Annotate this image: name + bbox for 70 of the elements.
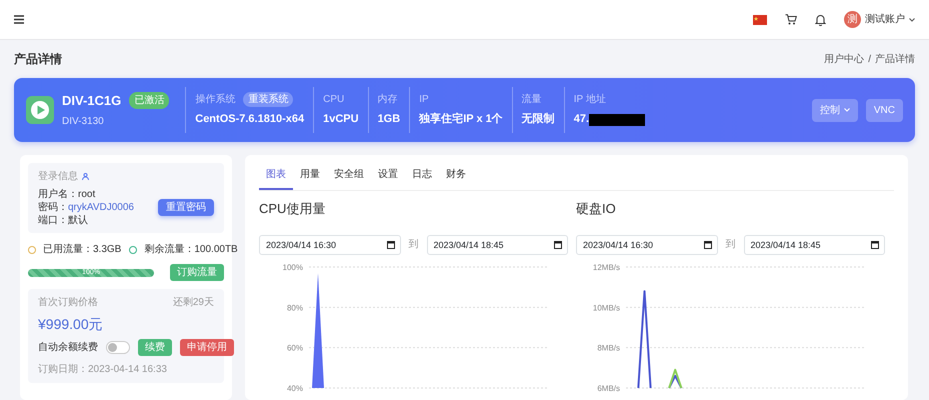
tab[interactable]: 设置 bbox=[371, 161, 405, 190]
legend-text: 已用流量：3.3GB bbox=[43, 243, 122, 256]
axis-tick-label: 100% bbox=[282, 262, 303, 272]
spec-value: 47. bbox=[574, 112, 590, 128]
axis-tick-label: 10MB/s bbox=[592, 302, 620, 312]
chart-title: CPU使用量 bbox=[259, 200, 326, 218]
status-badge: 已激活 bbox=[129, 92, 170, 109]
date-field[interactable]: 2023/04/14 18:45 bbox=[426, 234, 568, 254]
spec-value: 1GB bbox=[378, 112, 400, 128]
price: ¥999.00元 bbox=[38, 315, 104, 334]
legend-text: 剩余流量：100.00TB bbox=[144, 243, 238, 256]
section-title: 登录信息 bbox=[38, 170, 78, 184]
axis-tick-label: 6MB/s bbox=[597, 384, 620, 392]
password-link[interactable]: qrykAVDJ0006 bbox=[68, 202, 134, 213]
spec-label: 流量 bbox=[522, 92, 542, 108]
flag-icon[interactable] bbox=[753, 14, 767, 24]
caret-icon[interactable] bbox=[909, 18, 915, 22]
cart-icon[interactable] bbox=[785, 14, 797, 25]
user-icon bbox=[82, 173, 89, 180]
breadcrumb-link[interactable]: 用户中心 bbox=[824, 52, 864, 66]
login-detail: 端口：默认 bbox=[38, 214, 89, 227]
date-field[interactable]: 2023/04/14 16:30 bbox=[259, 234, 400, 254]
chart-title: 硬盘IO bbox=[576, 200, 617, 218]
tab[interactable]: 用量 bbox=[293, 161, 327, 190]
tab[interactable]: 安全组 bbox=[327, 161, 371, 190]
product-id: DIV-3130 bbox=[62, 115, 105, 130]
spec-label: IP 地址 bbox=[574, 92, 606, 108]
axis-tick-label: 12MB/s bbox=[592, 262, 620, 272]
menu-icon[interactable] bbox=[14, 15, 24, 24]
spec-label: IP bbox=[419, 93, 429, 108]
spec-value: 1vCPU bbox=[323, 112, 359, 128]
calendar-icon[interactable] bbox=[386, 240, 394, 248]
spec-value: 独享住宅IP x 1个 bbox=[419, 112, 503, 128]
date-field[interactable]: 2023/04/14 16:30 bbox=[576, 234, 718, 254]
suspend-button[interactable]: 申请停用 bbox=[180, 339, 234, 356]
date-field[interactable]: 2023/04/14 18:45 bbox=[744, 234, 885, 254]
spec-value: 无限制 bbox=[522, 112, 555, 128]
product-name: DIV-1C1G bbox=[62, 92, 122, 110]
bell-icon[interactable] bbox=[815, 14, 826, 26]
reset-password-button[interactable]: 重置密码 bbox=[158, 199, 214, 216]
axis-tick-label: 40% bbox=[286, 384, 303, 392]
spec-label: 内存 bbox=[378, 92, 398, 108]
spec-label: 操作系统 bbox=[195, 92, 236, 108]
calendar-icon[interactable] bbox=[554, 240, 562, 248]
axis-tick-label: 8MB/s bbox=[597, 343, 620, 352]
page-title: 产品详情 bbox=[14, 51, 62, 68]
caret-icon bbox=[844, 108, 850, 112]
login-detail: 密码：qrykAVDJ0006 bbox=[38, 201, 134, 214]
tab[interactable]: 财务 bbox=[439, 161, 473, 190]
auto-renew-label: 自动余额续费 bbox=[38, 341, 98, 354]
calendar-icon[interactable] bbox=[871, 240, 879, 248]
axis-tick-label: 60% bbox=[286, 343, 303, 352]
remaining-days: 还剩29天 bbox=[172, 295, 214, 310]
play-icon bbox=[26, 96, 54, 124]
auto-renew-toggle[interactable] bbox=[106, 341, 130, 354]
breadcrumb-separator: / bbox=[868, 52, 871, 66]
spec-label: CPU bbox=[323, 93, 344, 108]
date-separator: 到 bbox=[726, 238, 736, 252]
breadcrumb-link[interactable]: 产品详情 bbox=[875, 52, 915, 66]
axis-tick-label: 80% bbox=[286, 302, 303, 312]
spec-value: CentOS-7.6.1810-x64 bbox=[195, 112, 304, 128]
tab[interactable]: 日志 bbox=[405, 161, 439, 190]
date-separator: 到 bbox=[408, 238, 418, 252]
price-label: 首次订购价格 bbox=[38, 296, 98, 310]
order-date: 订购日期：2023-04-14 16:33 bbox=[38, 362, 168, 377]
redaction-bar bbox=[589, 114, 646, 126]
account-name[interactable]: 测试账户 bbox=[865, 12, 905, 27]
tab[interactable]: 图表 bbox=[259, 161, 293, 190]
calendar-icon[interactable] bbox=[704, 240, 712, 248]
login-detail: 用户名：root bbox=[38, 188, 96, 201]
